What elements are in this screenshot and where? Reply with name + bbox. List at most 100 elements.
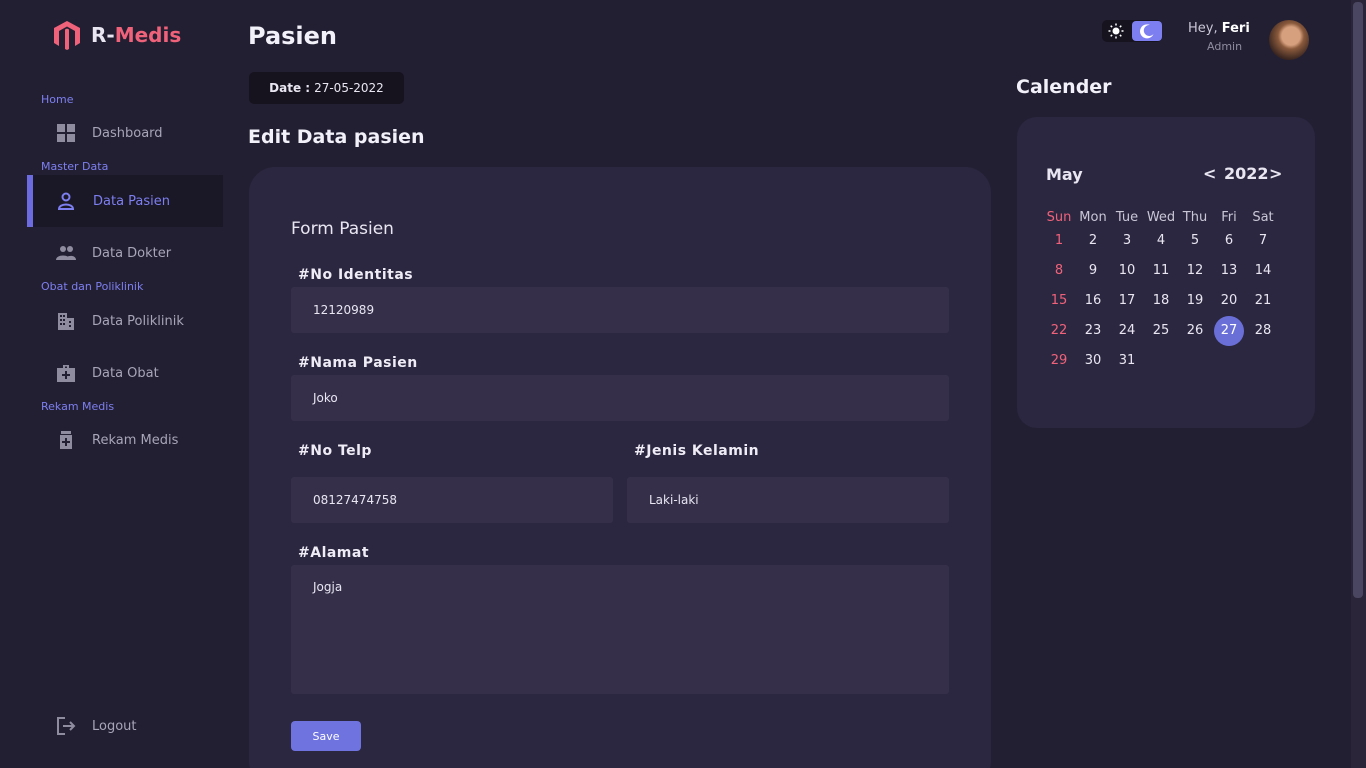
calendar-day[interactable]: 16 xyxy=(1078,286,1108,316)
calendar-day[interactable]: 29 xyxy=(1044,346,1074,376)
weekday-label: Thu xyxy=(1182,210,1208,225)
calendar-day[interactable]: 11 xyxy=(1146,256,1176,286)
alamat-textarea[interactable]: Jogja xyxy=(291,565,949,694)
no-telp-input[interactable]: 08127474758 xyxy=(291,477,613,523)
calendar-day[interactable]: 15 xyxy=(1044,286,1074,316)
calendar-title: Calender xyxy=(1016,76,1112,98)
sidebar-item-label: Rekam Medis xyxy=(92,432,179,448)
sidebar: R-Medis Home Dashboard Master Data Data … xyxy=(0,0,240,768)
jenis-kelamin-label: #Jenis Kelamin xyxy=(634,443,760,459)
building-icon xyxy=(58,313,74,330)
no-identitas-input[interactable]: 12120989 xyxy=(291,287,949,333)
form-title: Form Pasien xyxy=(291,219,394,239)
app-name: R-Medis xyxy=(91,23,182,47)
calendar-day[interactable]: 31 xyxy=(1112,346,1142,376)
weekday-label: Fri xyxy=(1221,210,1237,225)
people-icon xyxy=(56,246,76,260)
calendar-day[interactable]: 2 xyxy=(1078,226,1108,256)
calendar-day[interactable]: 8 xyxy=(1044,256,1074,286)
section-title: Edit Data pasien xyxy=(248,126,425,148)
calendar-day[interactable]: 4 xyxy=(1146,226,1176,256)
sidebar-item-rekam-medis[interactable]: Rekam Medis xyxy=(27,414,223,466)
nama-pasien-input[interactable]: Joko xyxy=(291,375,949,421)
sun-icon[interactable] xyxy=(1108,23,1124,39)
sidebar-item-label: Dashboard xyxy=(92,125,163,141)
alamat-label: #Alamat xyxy=(298,545,370,561)
section-label-rekam-medis: Rekam Medis xyxy=(41,400,115,413)
sidebar-item-data-obat[interactable]: Data Obat xyxy=(27,347,223,399)
calendar: May < 2022 > Sun Mon Tue Wed Thu Fri Sat 1 2 3 4 5 6… xyxy=(1017,117,1315,428)
moon-icon xyxy=(1140,24,1154,39)
avatar[interactable] xyxy=(1269,20,1309,60)
calendar-day[interactable]: 20 xyxy=(1214,286,1244,316)
app-logo[interactable]: R-Medis xyxy=(53,20,181,50)
sidebar-item-label: Data Poliklinik xyxy=(92,313,184,329)
no-identitas-label: #No Identitas xyxy=(298,267,414,283)
user-name: Feri xyxy=(1221,21,1250,36)
calendar-day[interactable]: 25 xyxy=(1146,316,1176,346)
save-button[interactable]: Save xyxy=(291,721,361,751)
logout-button[interactable]: Logout xyxy=(27,700,223,752)
calendar-day[interactable]: 1 xyxy=(1044,226,1074,256)
calendar-day[interactable]: 19 xyxy=(1180,286,1210,316)
calendar-day[interactable]: 13 xyxy=(1214,256,1244,286)
dark-mode-button[interactable] xyxy=(1132,21,1162,41)
section-label-obat-poliklinik: Obat dan Poliklinik xyxy=(41,280,144,293)
date-label: Date : xyxy=(269,81,311,95)
calendar-day[interactable]: 30 xyxy=(1078,346,1108,376)
sidebar-item-data-dokter[interactable]: Data Dokter xyxy=(27,227,223,279)
grid-icon xyxy=(57,124,75,142)
medical-bottle-icon xyxy=(60,431,72,449)
calendar-year: 2022 xyxy=(1224,164,1269,183)
calendar-day[interactable]: 21 xyxy=(1248,286,1278,316)
user-greeting: Hey, Feri xyxy=(1188,21,1250,36)
sidebar-item-label: Data Obat xyxy=(92,365,159,381)
calendar-day[interactable]: 14 xyxy=(1248,256,1278,286)
theme-toggle[interactable] xyxy=(1102,20,1162,42)
user-role: Admin xyxy=(1207,40,1243,53)
prev-year-button[interactable]: < xyxy=(1203,164,1216,183)
weekday-label: Sat xyxy=(1252,210,1274,225)
section-label-home: Home xyxy=(41,93,74,106)
calendar-day-today[interactable]: 27 xyxy=(1214,316,1244,346)
page-title: Pasien xyxy=(248,22,338,50)
date-badge: Date : 27-05-2022 xyxy=(249,72,404,104)
calendar-day[interactable]: 24 xyxy=(1112,316,1142,346)
no-telp-label: #No Telp xyxy=(298,443,372,459)
calendar-day[interactable]: 23 xyxy=(1078,316,1108,346)
scrollbar-thumb[interactable] xyxy=(1353,2,1363,598)
logout-label: Logout xyxy=(92,718,137,734)
calendar-day[interactable]: 18 xyxy=(1146,286,1176,316)
weekday-label: Mon xyxy=(1079,210,1107,225)
calendar-day[interactable]: 22 xyxy=(1044,316,1074,346)
sidebar-item-label: Data Dokter xyxy=(92,245,172,261)
section-label-master-data: Master Data xyxy=(41,160,109,173)
calendar-day[interactable]: 26 xyxy=(1180,316,1210,346)
calendar-day[interactable]: 5 xyxy=(1180,226,1210,256)
calendar-month: May xyxy=(1046,165,1083,184)
sidebar-item-data-poliklinik[interactable]: Data Poliklinik xyxy=(27,295,223,347)
medkit-icon xyxy=(57,365,75,382)
date-value: 27-05-2022 xyxy=(314,81,384,95)
person-icon xyxy=(57,192,75,210)
weekday-label: Tue xyxy=(1115,210,1139,225)
next-year-button[interactable]: > xyxy=(1269,164,1282,183)
calendar-day[interactable]: 9 xyxy=(1078,256,1108,286)
sidebar-item-data-pasien[interactable]: Data Pasien xyxy=(27,175,223,227)
sidebar-item-dashboard[interactable]: Dashboard xyxy=(27,107,223,159)
weekday-label: Sun xyxy=(1046,210,1072,225)
weekday-label: Wed xyxy=(1146,210,1176,225)
calendar-day[interactable]: 10 xyxy=(1112,256,1142,286)
form-card: Form Pasien #No Identitas 12120989 #Nama… xyxy=(249,167,991,768)
jenis-kelamin-input[interactable]: Laki-laki xyxy=(627,477,949,523)
sidebar-item-label: Data Pasien xyxy=(93,193,171,209)
logout-icon xyxy=(57,717,76,735)
calendar-day[interactable]: 3 xyxy=(1112,226,1142,256)
calendar-day[interactable]: 17 xyxy=(1112,286,1142,316)
nama-pasien-label: #Nama Pasien xyxy=(298,355,418,371)
calendar-day[interactable]: 6 xyxy=(1214,226,1244,256)
calendar-day[interactable]: 12 xyxy=(1180,256,1210,286)
calendar-day[interactable]: 28 xyxy=(1248,316,1278,346)
logo-icon xyxy=(54,21,80,50)
calendar-day[interactable]: 7 xyxy=(1248,226,1278,256)
